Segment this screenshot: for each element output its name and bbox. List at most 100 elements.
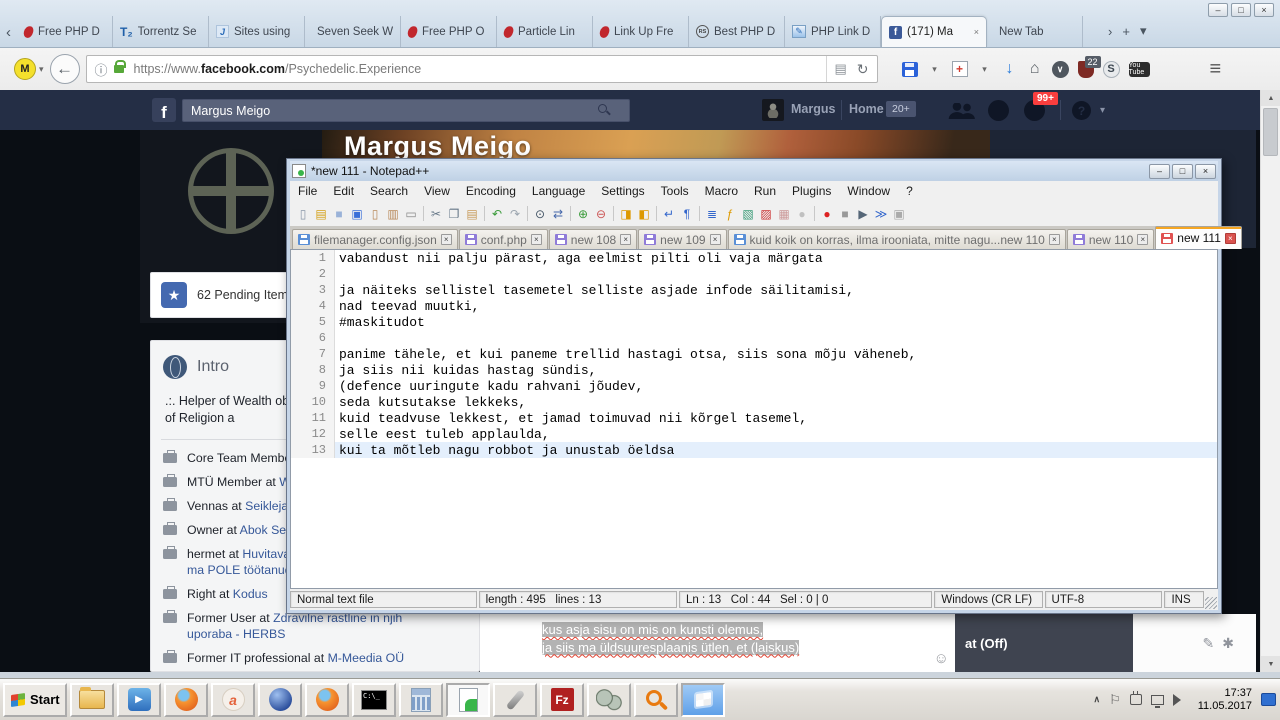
document-tab[interactable]: conf.php × xyxy=(459,229,548,249)
app-menu-caret-icon[interactable]: ▾ xyxy=(39,64,44,75)
maximize-button[interactable]: □ xyxy=(1231,3,1251,17)
browser-tab[interactable]: ✎ PHP Link D xyxy=(785,16,881,47)
menu-item[interactable]: File xyxy=(290,184,325,198)
indent-guide[interactable]: ≣ xyxy=(703,205,721,222)
taskbar-explorer[interactable] xyxy=(70,683,114,717)
chat-settings-gear-icon[interactable]: ✱ xyxy=(1222,635,1234,652)
taskbar-search[interactable] xyxy=(634,683,678,717)
tray-flag-icon[interactable]: ⚐ xyxy=(1109,692,1121,708)
comment-compose-box[interactable]: kus asja sisu on mis on kunsti olemus, j… xyxy=(480,614,955,672)
facebook-logo-icon[interactable]: f xyxy=(152,98,176,122)
taskbar-calculator[interactable] xyxy=(399,683,443,717)
reader-mode-icon[interactable]: ▤ xyxy=(835,61,847,77)
bookmark-add-icon[interactable]: + xyxy=(952,61,968,77)
menu-item[interactable]: Tools xyxy=(653,184,697,198)
friend-requests-icon[interactable] xyxy=(948,103,976,119)
tray-clock[interactable]: 17:37 11.05.2017 xyxy=(1194,687,1252,713)
word-wrap[interactable]: ↵ xyxy=(660,205,678,222)
menu-item[interactable]: Plugins xyxy=(784,184,839,198)
undo[interactable]: ↶ xyxy=(488,205,506,222)
url-bar[interactable]: ⓘ https://www.facebook.com/Psychedelic.E… xyxy=(86,55,878,83)
open-folder[interactable]: ▤ xyxy=(312,205,330,222)
doc-map[interactable]: ▧ xyxy=(739,205,757,222)
macro-play[interactable]: ▶ xyxy=(854,205,872,222)
menu-item[interactable]: Macro xyxy=(697,184,746,198)
taskbar-filezilla[interactable]: Fz xyxy=(540,683,584,717)
find[interactable]: ⊙ xyxy=(531,205,549,222)
menu-item[interactable]: Run xyxy=(746,184,784,198)
taskbar-webcam[interactable] xyxy=(587,683,631,717)
close-button[interactable]: × xyxy=(1195,164,1216,179)
sync-vertical[interactable]: ◨ xyxy=(617,205,635,222)
document-close-icon[interactable]: × xyxy=(710,234,721,245)
doc-switcher[interactable]: ▨ xyxy=(757,205,775,222)
intro-item-link[interactable]: Kodus xyxy=(233,587,268,601)
download-icon[interactable]: ↓ xyxy=(1002,60,1018,78)
menu-item[interactable]: Search xyxy=(362,184,416,198)
menu-item[interactable]: Edit xyxy=(325,184,362,198)
maximize-button[interactable]: □ xyxy=(1172,164,1193,179)
taskbar-firefox[interactable] xyxy=(164,683,208,717)
minimize-button[interactable]: – xyxy=(1208,3,1228,17)
copy[interactable]: ❐ xyxy=(445,205,463,222)
document-tab[interactable]: new 109 × xyxy=(638,229,726,249)
paste[interactable]: ▤ xyxy=(463,205,481,222)
taskbar-microphone[interactable] xyxy=(493,683,537,717)
youtube-icon[interactable]: You Tube xyxy=(1129,62,1150,77)
tray-expand-icon[interactable]: ∧ xyxy=(1094,694,1101,705)
sync-horizontal[interactable]: ◧ xyxy=(635,205,653,222)
folder-workspace[interactable]: ▦ xyxy=(775,205,793,222)
menu-item[interactable]: View xyxy=(416,184,458,198)
document-close-icon[interactable]: × xyxy=(531,234,542,245)
menu-item[interactable]: Settings xyxy=(593,184,652,198)
hamburger-menu-icon[interactable]: ≡ xyxy=(1210,58,1222,81)
print[interactable]: ▭ xyxy=(402,205,420,222)
save-page-icon[interactable] xyxy=(902,62,918,77)
menu-item[interactable]: Window xyxy=(839,184,898,198)
new-tab-button[interactable]: + xyxy=(1122,24,1130,39)
save-all[interactable]: ▣ xyxy=(348,205,366,222)
document-close-icon[interactable]: × xyxy=(1137,234,1148,245)
browser-tab[interactable]: J Sites using xyxy=(209,16,305,47)
tab-overflow-icon[interactable]: › xyxy=(1108,24,1112,39)
menu-item[interactable]: Encoding xyxy=(458,184,524,198)
function-list[interactable]: ƒ xyxy=(721,205,739,222)
avatar[interactable] xyxy=(762,99,784,121)
editor-area[interactable]: 1 vabandust nii palju pärast, aga eelmis… xyxy=(290,249,1218,589)
https-lock-icon[interactable] xyxy=(114,65,124,73)
macro-run-multiple[interactable]: ≫ xyxy=(872,205,890,222)
scroll-down-icon[interactable]: ▼ xyxy=(1261,656,1280,672)
browser-tab[interactable]: Link Up Fre xyxy=(593,16,689,47)
cut[interactable]: ✂ xyxy=(427,205,445,222)
account-menu-caret-icon[interactable]: ▾ xyxy=(1100,105,1105,116)
browser-tab[interactable]: RS Best PHP D xyxy=(689,16,785,47)
taskbar-notepadpp[interactable] xyxy=(446,683,490,717)
document-tab[interactable]: new 108 × xyxy=(549,229,637,249)
document-tab[interactable]: filemanager.config.json × xyxy=(292,229,458,249)
zoom-out[interactable]: ⊖ xyxy=(592,205,610,222)
browser-tab[interactable]: T₂ Torrentz Se xyxy=(113,16,209,47)
tab-scroll-left-icon[interactable]: ‹ xyxy=(4,24,17,47)
pocket-icon[interactable]: ∨ xyxy=(1052,61,1069,78)
facebook-search-input[interactable] xyxy=(182,99,630,122)
page-info-icon[interactable]: ⓘ xyxy=(95,60,108,79)
home-icon[interactable]: ⌂ xyxy=(1027,60,1043,78)
taskbar-windows-update[interactable] xyxy=(681,683,725,717)
back-button[interactable]: ← xyxy=(50,54,80,84)
messenger-icon[interactable] xyxy=(988,100,1009,121)
taskbar-media-player[interactable]: ▶ xyxy=(117,683,161,717)
close-doc[interactable]: ▯ xyxy=(366,205,384,222)
stylish-icon[interactable]: S xyxy=(1103,61,1120,78)
bookmark-caret[interactable]: ▾ xyxy=(977,60,993,78)
taskbar-atube[interactable]: a xyxy=(211,683,255,717)
chat-off-bar[interactable]: at (Off) xyxy=(955,614,1133,672)
intro-item-link[interactable]: M-Meedia OÜ xyxy=(328,651,405,665)
browser-tab[interactable]: Free PHP D xyxy=(17,16,113,47)
browser-tab[interactable]: Free PHP O xyxy=(401,16,497,47)
resize-grip[interactable] xyxy=(1205,597,1217,609)
document-close-icon[interactable]: × xyxy=(441,234,452,245)
start-button[interactable]: Start xyxy=(3,683,67,717)
document-close-icon[interactable]: × xyxy=(620,234,631,245)
intro-item-link[interactable]: Seiklejat xyxy=(245,499,291,513)
notepadpp-titlebar[interactable]: *new 111 - Notepad++ – □ × xyxy=(290,161,1218,181)
